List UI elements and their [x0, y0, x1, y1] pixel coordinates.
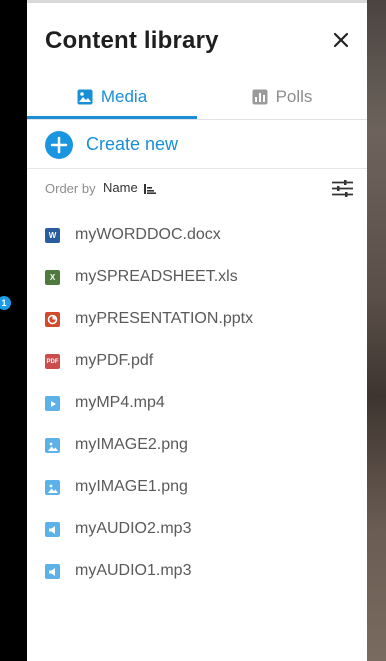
- image-icon: [77, 89, 93, 105]
- video-file-icon: [45, 396, 60, 411]
- image-file-icon: [45, 438, 60, 453]
- order-bar: Order by Name: [27, 173, 367, 203]
- tab-polls-label: Polls: [275, 87, 313, 106]
- tab-polls[interactable]: Polls: [197, 75, 367, 119]
- sort-icon[interactable]: [144, 184, 156, 194]
- tab-media[interactable]: Media: [27, 75, 197, 119]
- tab-media-label: Media: [100, 87, 148, 106]
- right-background: [367, 0, 386, 661]
- bar-chart-icon: [252, 89, 268, 105]
- plus-circle-icon: [45, 131, 73, 159]
- file-name: mySPREADSHEET.xls: [75, 268, 238, 285]
- file-item-audio[interactable]: myAUDIO1.mp3: [27, 550, 367, 592]
- audio-file-icon: [45, 564, 60, 579]
- file-item-video[interactable]: myMP4.mp4: [27, 382, 367, 424]
- file-name: myIMAGE2.png: [75, 436, 188, 453]
- file-item-audio[interactable]: myAUDIO2.mp3: [27, 508, 367, 550]
- file-name: myPRESENTATION.pptx: [75, 310, 254, 327]
- file-name: myIMAGE1.png: [75, 478, 188, 495]
- close-button[interactable]: [331, 30, 351, 50]
- content-library-panel: Content library Media Polls Create new O…: [27, 3, 367, 661]
- word-file-icon: W: [45, 228, 60, 243]
- powerpoint-file-icon: [45, 312, 60, 327]
- file-name: myAUDIO1.mp3: [75, 562, 192, 579]
- audio-file-icon: [45, 522, 60, 537]
- create-new-button[interactable]: Create new: [27, 120, 367, 169]
- close-icon: [333, 32, 349, 48]
- tab-bar: Media Polls: [27, 75, 367, 120]
- file-name: myAUDIO2.mp3: [75, 520, 192, 537]
- panel-header: Content library: [27, 3, 367, 75]
- pdf-file-icon: PDF: [45, 354, 60, 369]
- file-list: W myWORDDOC.docx X mySPREADSHEET.xls myP…: [27, 214, 367, 592]
- file-name: myWORDDOC.docx: [75, 226, 221, 243]
- file-item-image[interactable]: myIMAGE2.png: [27, 424, 367, 466]
- file-item-image[interactable]: myIMAGE1.png: [27, 466, 367, 508]
- file-item-pdf[interactable]: PDF myPDF.pdf: [27, 340, 367, 382]
- file-item-excel[interactable]: X mySPREADSHEET.xls: [27, 256, 367, 298]
- panel-title: Content library: [45, 27, 219, 54]
- create-new-label: Create new: [86, 134, 179, 154]
- file-item-word[interactable]: W myWORDDOC.docx: [27, 214, 367, 256]
- file-name: myPDF.pdf: [75, 352, 154, 369]
- file-item-powerpoint[interactable]: myPRESENTATION.pptx: [27, 298, 367, 340]
- left-background: [0, 0, 27, 661]
- active-tab-indicator: [27, 116, 197, 119]
- order-field-button[interactable]: Name: [103, 180, 138, 195]
- file-name: myMP4.mp4: [75, 394, 165, 411]
- excel-file-icon: X: [45, 270, 60, 285]
- filter-settings-icon[interactable]: [332, 180, 353, 197]
- image-file-icon: [45, 480, 60, 495]
- order-by-label: Order by: [45, 181, 96, 196]
